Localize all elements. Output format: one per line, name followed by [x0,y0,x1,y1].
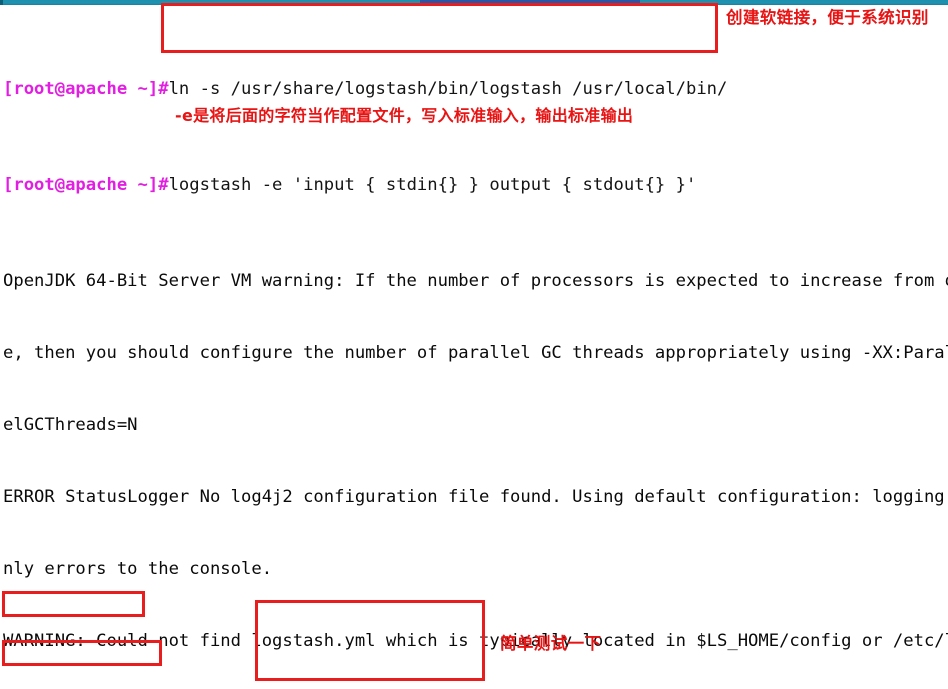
shell-prompt: [root@apache ~]# [3,79,169,99]
annotation-simple-test: 简单测试一下 [500,634,602,653]
terminal-output-line: ERROR StatusLogger No log4j2 configurati… [3,487,948,507]
terminal-command-line: [root@apache ~]#logstash -e 'input { std… [0,173,948,197]
terminal-output-line: OpenJDK 64-Bit Server VM warning: If the… [3,271,948,291]
terminal-output-line: e, then you should configure the number … [3,343,948,363]
terminal-command-line: [root@apache ~]#ln -s /usr/share/logstas… [0,77,948,101]
terminal-output-line: WARNING: Could not find logstash.yml whi… [3,631,948,651]
terminal-screenshot: [root@apache ~]#ln -s /usr/share/logstas… [0,0,948,689]
shell-command: logstash -e 'input { stdin{} } output { … [168,175,697,195]
shell-command: ln -s /usr/share/logstash/bin/logstash /… [168,79,728,99]
shell-prompt: [root@apache ~]# [3,175,169,195]
annotation-dash-e-explain: -e是将后面的字符当作配置文件，写入标准输入，输出标准输出 [175,106,634,125]
terminal-output-line: elGCThreads=N [3,415,138,435]
terminal-output-line: nly errors to the console. [3,559,273,579]
annotation-create-symlink: 创建软链接，便于系统识别 [726,8,929,27]
